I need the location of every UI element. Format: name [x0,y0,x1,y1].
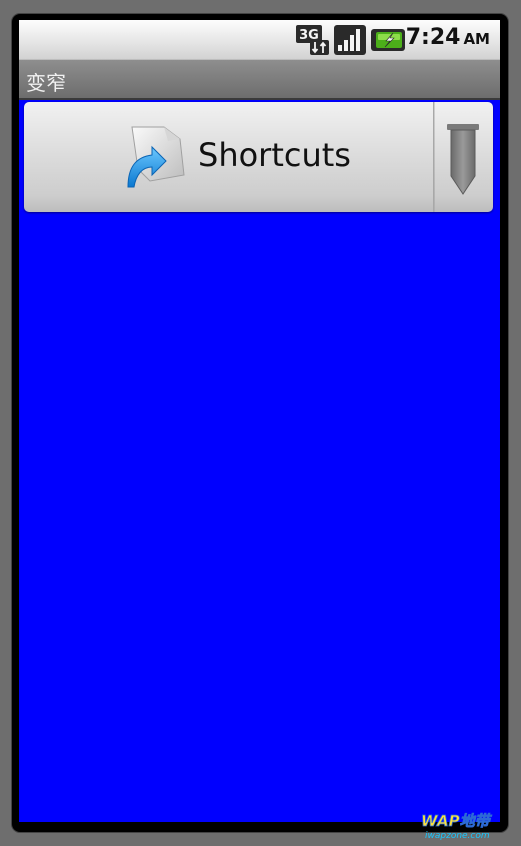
watermark-title: WAP地带 [421,812,493,830]
page-title: 变窄 [26,71,66,95]
spinner-selected-label: Shortcuts [198,136,351,174]
clock-time: 7:24 [405,25,461,50]
shortcuts-icon [127,126,185,188]
shortcuts-spinner[interactable]: Shortcuts [24,102,493,212]
watermark-logo: WAP地带 iwapzone.com [421,812,493,840]
title-bar: 变窄 [19,60,500,100]
battery-charging-icon [371,29,405,51]
spinner-divider [433,102,435,212]
signal-strength-icon [334,25,366,55]
status-clock: 7:24 AM [406,25,490,50]
dropdown-arrow-icon[interactable] [445,124,481,196]
clock-ampm: AM [463,30,490,48]
watermark-url: iwapzone.com [425,831,490,840]
3g-icon: 3G [296,25,329,55]
app-screen: 3G 7:24 AM 变窄 Shortcuts [19,20,500,822]
status-bar: 3G 7:24 AM [19,20,500,60]
